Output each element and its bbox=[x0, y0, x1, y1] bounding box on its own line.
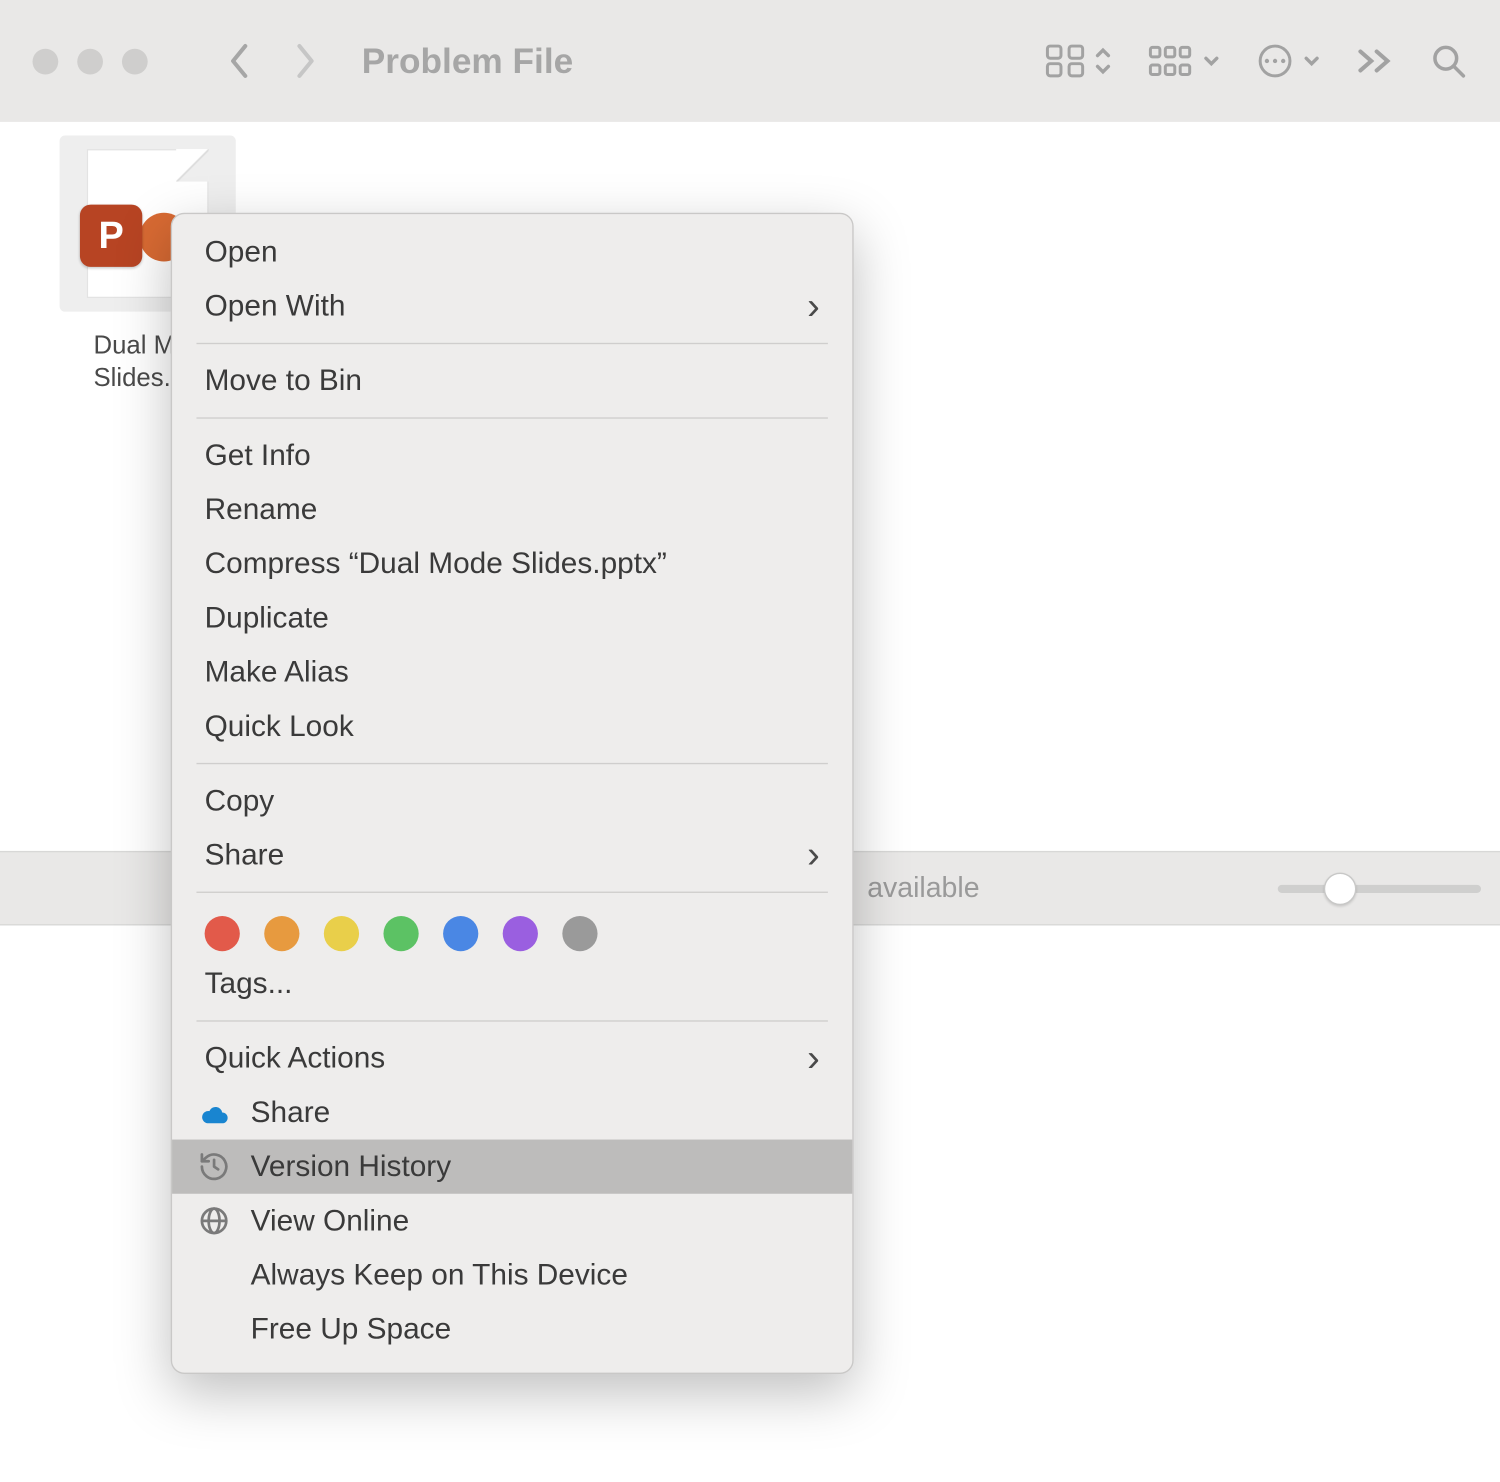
menu-qa-view-online[interactable]: View Online bbox=[172, 1194, 852, 1248]
slider-knob-icon[interactable] bbox=[1324, 872, 1357, 905]
forward-button[interactable] bbox=[278, 34, 332, 88]
menu-separator bbox=[196, 1020, 827, 1021]
onedrive-icon bbox=[196, 1095, 231, 1130]
history-icon bbox=[196, 1149, 231, 1184]
menu-move-to-bin[interactable]: Move to Bin bbox=[172, 354, 852, 408]
menu-open[interactable]: Open bbox=[172, 225, 852, 279]
globe-icon bbox=[196, 1203, 231, 1238]
file-label-line1: Dual M bbox=[93, 332, 175, 360]
menu-quick-look[interactable]: Quick Look bbox=[172, 699, 852, 753]
tag-color-5[interactable] bbox=[503, 916, 538, 951]
menu-separator bbox=[196, 417, 827, 418]
menu-rename[interactable]: Rename bbox=[172, 482, 852, 536]
file-label-line2: Slides. bbox=[93, 364, 170, 392]
group-button[interactable] bbox=[1148, 43, 1221, 78]
menu-make-alias[interactable]: Make Alias bbox=[172, 645, 852, 699]
tag-color-4[interactable] bbox=[443, 916, 478, 951]
window-title: Problem File bbox=[362, 40, 1034, 82]
menu-tags[interactable]: Tags... bbox=[172, 957, 852, 1011]
menu-separator bbox=[196, 892, 827, 893]
action-button[interactable] bbox=[1256, 42, 1321, 80]
tag-color-6[interactable] bbox=[562, 916, 597, 951]
menu-qa-share[interactable]: Share bbox=[172, 1085, 852, 1139]
context-menu: Open Open With Move to Bin Get Info Rena… bbox=[171, 213, 854, 1374]
tag-color-1[interactable] bbox=[264, 916, 299, 951]
menu-open-with[interactable]: Open With bbox=[172, 279, 852, 333]
minimize-window-icon[interactable] bbox=[77, 48, 103, 74]
icon-size-slider[interactable] bbox=[1278, 884, 1481, 892]
menu-get-info[interactable]: Get Info bbox=[172, 428, 852, 482]
toolbar-right bbox=[1045, 42, 1468, 80]
tag-color-0[interactable] bbox=[205, 916, 240, 951]
tag-color-2[interactable] bbox=[324, 916, 359, 951]
close-window-icon[interactable] bbox=[33, 48, 59, 74]
menu-compress[interactable]: Compress “Dual Mode Slides.pptx” bbox=[172, 537, 852, 591]
traffic-lights bbox=[33, 48, 148, 74]
status-text: available bbox=[867, 872, 979, 905]
tag-color-3[interactable] bbox=[383, 916, 418, 951]
powerpoint-badge-icon: P bbox=[80, 205, 142, 267]
menu-separator bbox=[196, 343, 827, 344]
menu-copy[interactable]: Copy bbox=[172, 774, 852, 828]
menu-duplicate[interactable]: Duplicate bbox=[172, 591, 852, 645]
back-button[interactable] bbox=[213, 34, 267, 88]
zoom-window-icon[interactable] bbox=[122, 48, 148, 74]
menu-quick-actions[interactable]: Quick Actions bbox=[172, 1031, 852, 1085]
overflow-button[interactable] bbox=[1356, 46, 1394, 76]
search-button[interactable] bbox=[1430, 42, 1468, 80]
menu-tag-colors bbox=[172, 902, 852, 956]
menu-qa-free-up[interactable]: Free Up Space bbox=[172, 1302, 852, 1356]
menu-separator bbox=[196, 763, 827, 764]
menu-share[interactable]: Share bbox=[172, 828, 852, 882]
view-icons-button[interactable] bbox=[1045, 43, 1113, 78]
menu-qa-always-keep[interactable]: Always Keep on This Device bbox=[172, 1248, 852, 1302]
finder-toolbar: Problem File bbox=[0, 0, 1500, 122]
menu-qa-version-history[interactable]: Version History bbox=[172, 1140, 852, 1194]
